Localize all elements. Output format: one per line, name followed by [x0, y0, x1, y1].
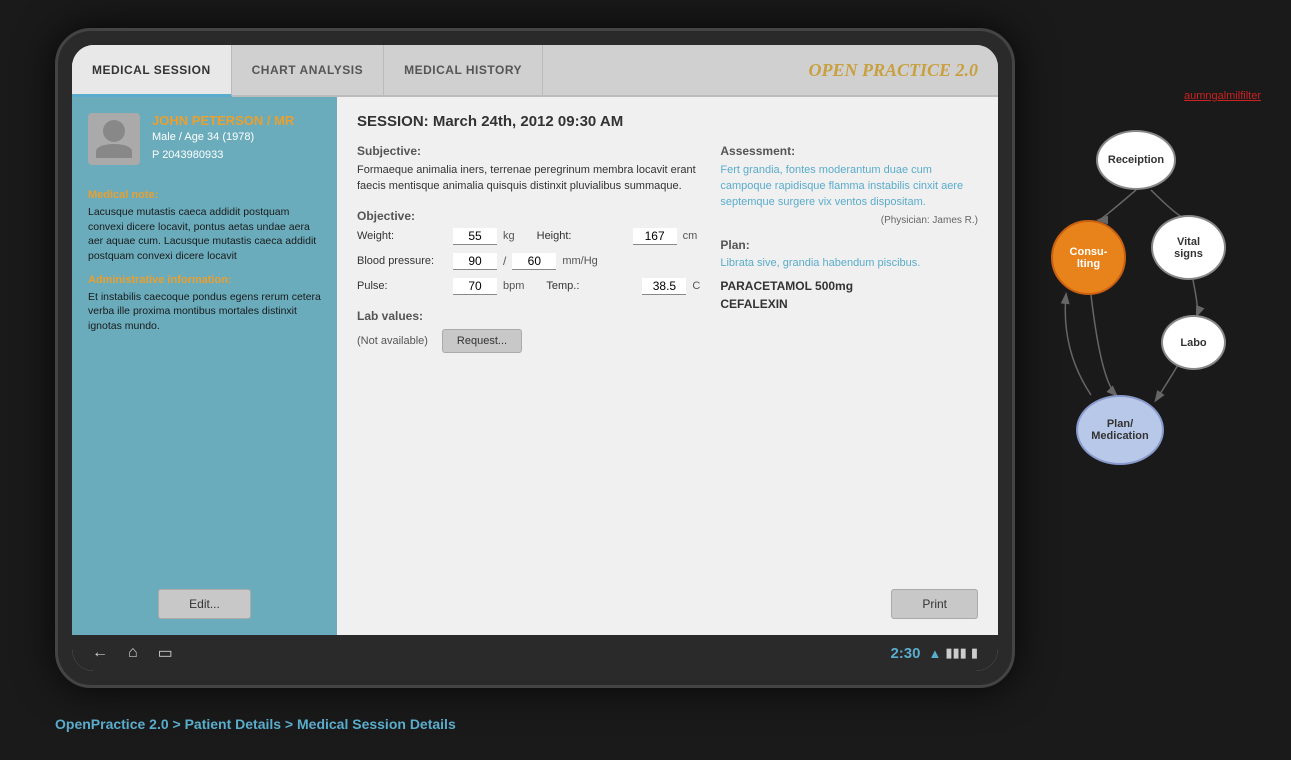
- lab-status: (Not available): [357, 335, 428, 347]
- tab-chart-analysis[interactable]: CHART ANALYSIS: [232, 45, 384, 95]
- patient-info: JOHN PETERSON / MR Male / Age 34 (1978) …: [152, 113, 294, 161]
- right-panel: SESSION: March 24th, 2012 09:30 AM Subje…: [337, 97, 998, 635]
- flow-diagram: Receip­tion Consu-lting Vitalsigns Labo …: [1041, 110, 1241, 530]
- filter-link[interactable]: aumngalmilfilter: [1184, 90, 1261, 102]
- height-unit: cm: [683, 230, 698, 242]
- tablet-screen: MEDICAL SESSION CHART ANALYSIS MEDICAL H…: [72, 45, 998, 671]
- weight-row: Weight: kg Height: cm: [357, 228, 700, 245]
- assessment-text: Fert grandia, fontes moderantum duae cum…: [720, 163, 978, 211]
- breadcrumb: OpenPractice 2.0 > Patient Details > Med…: [55, 716, 456, 732]
- bp-unit: mm/Hg: [562, 255, 597, 267]
- bp-diastolic-input[interactable]: [512, 253, 556, 270]
- temp-unit: C: [692, 280, 700, 292]
- avatar: [88, 113, 140, 165]
- medication-1: PARACETAMOL 500mg: [720, 279, 978, 293]
- physician-text: (Physician: James R.): [720, 215, 978, 226]
- patient-demographics: Male / Age 34 (1978): [152, 131, 294, 143]
- plan-text: Librata sive, grandia habendum piscibus.: [720, 257, 978, 269]
- admin-label: Administrative information:: [88, 274, 321, 286]
- lab-row: (Not available) Request...: [357, 329, 700, 353]
- pulse-input[interactable]: [453, 278, 497, 295]
- status-bar: ← ⌂ ▭ 2:30 ▲ ▮▮▮ ▮: [72, 635, 998, 671]
- height-label: Height:: [537, 230, 627, 242]
- flow-node-vital: Vitalsigns: [1151, 215, 1226, 280]
- flow-node-reception: Receip­tion: [1096, 130, 1176, 190]
- height-input[interactable]: [633, 228, 677, 245]
- medication-2: CEFALEXIN: [720, 297, 978, 311]
- print-button[interactable]: Print: [891, 589, 978, 619]
- status-icons: ▲ ▮▮▮ ▮: [929, 645, 979, 661]
- time-display: 2:30: [890, 645, 920, 662]
- plan-header: Plan:: [720, 238, 978, 252]
- main-content: JOHN PETERSON / MR Male / Age 34 (1978) …: [72, 97, 998, 635]
- pulse-label: Pulse:: [357, 280, 447, 292]
- subjective-text: Formaeque animalia iners, terrenae pereg…: [357, 163, 700, 195]
- assessment-header: Assessment:: [720, 144, 978, 158]
- pulse-unit: bpm: [503, 280, 524, 292]
- battery-icon: ▮: [971, 645, 978, 661]
- session-columns: Subjective: Formaeque animalia iners, te…: [357, 144, 978, 581]
- left-column: Subjective: Formaeque animalia iners, te…: [357, 144, 700, 581]
- patient-name: JOHN PETERSON / MR: [152, 113, 294, 128]
- objective-section: Objective: Weight: kg Height: cm Blood: [357, 209, 700, 295]
- tablet-frame: MEDICAL SESSION CHART ANALYSIS MEDICAL H…: [55, 28, 1015, 688]
- pulse-row: Pulse: bpm Temp.: C: [357, 278, 700, 295]
- lab-label: Lab values:: [357, 309, 700, 323]
- tab-medical-history[interactable]: MEDICAL HISTORY: [384, 45, 543, 95]
- recent-icon[interactable]: ▭: [158, 643, 173, 663]
- patient-phone: P 2043980933: [152, 149, 294, 161]
- right-column: Assessment: Fert grandia, fontes moderan…: [720, 144, 978, 581]
- flow-node-labo: Labo: [1161, 315, 1226, 370]
- bp-systolic-input[interactable]: [453, 253, 497, 270]
- app-brand: OPEN PRACTICE 2.0: [788, 45, 998, 95]
- left-panel: JOHN PETERSON / MR Male / Age 34 (1978) …: [72, 97, 337, 635]
- flow-node-consulting: Consu-lting: [1051, 220, 1126, 295]
- bp-row: Blood pressure: / mm/Hg: [357, 253, 700, 270]
- edit-button[interactable]: Edit...: [158, 589, 251, 619]
- weight-input[interactable]: [453, 228, 497, 245]
- bp-label: Blood pressure:: [357, 255, 447, 267]
- lab-section: Lab values: (Not available) Request...: [357, 309, 700, 353]
- temp-input[interactable]: [642, 278, 686, 295]
- medical-note-text: Lacusque mutastis caeca addidit postquam…: [88, 205, 321, 264]
- status-right: 2:30 ▲ ▮▮▮ ▮: [890, 645, 978, 662]
- patient-header: JOHN PETERSON / MR Male / Age 34 (1978) …: [88, 113, 321, 165]
- objective-header: Objective:: [357, 209, 700, 223]
- home-icon[interactable]: ⌂: [128, 644, 138, 662]
- request-button[interactable]: Request...: [442, 329, 522, 353]
- temp-label: Temp.:: [546, 280, 636, 292]
- signal-icon: ▮▮▮: [945, 645, 966, 661]
- weight-unit: kg: [503, 230, 515, 242]
- tab-medical-session[interactable]: MEDICAL SESSION: [72, 45, 232, 97]
- wifi-icon: ▲: [929, 646, 942, 661]
- bp-slash: /: [503, 254, 506, 268]
- nav-controls: ← ⌂ ▭: [92, 643, 173, 663]
- subjective-header: Subjective:: [357, 144, 700, 158]
- back-icon[interactable]: ←: [92, 644, 108, 662]
- admin-text: Et instabilis caecoque pondus egens reru…: [88, 290, 321, 334]
- bottom-bar: Print: [357, 581, 978, 619]
- weight-label: Weight:: [357, 230, 447, 242]
- flow-node-plan: Plan/Medication: [1076, 395, 1164, 465]
- nav-tabs: MEDICAL SESSION CHART ANALYSIS MEDICAL H…: [72, 45, 998, 97]
- medical-note-label: Medical note:: [88, 189, 321, 201]
- session-title: SESSION: March 24th, 2012 09:30 AM: [357, 113, 978, 130]
